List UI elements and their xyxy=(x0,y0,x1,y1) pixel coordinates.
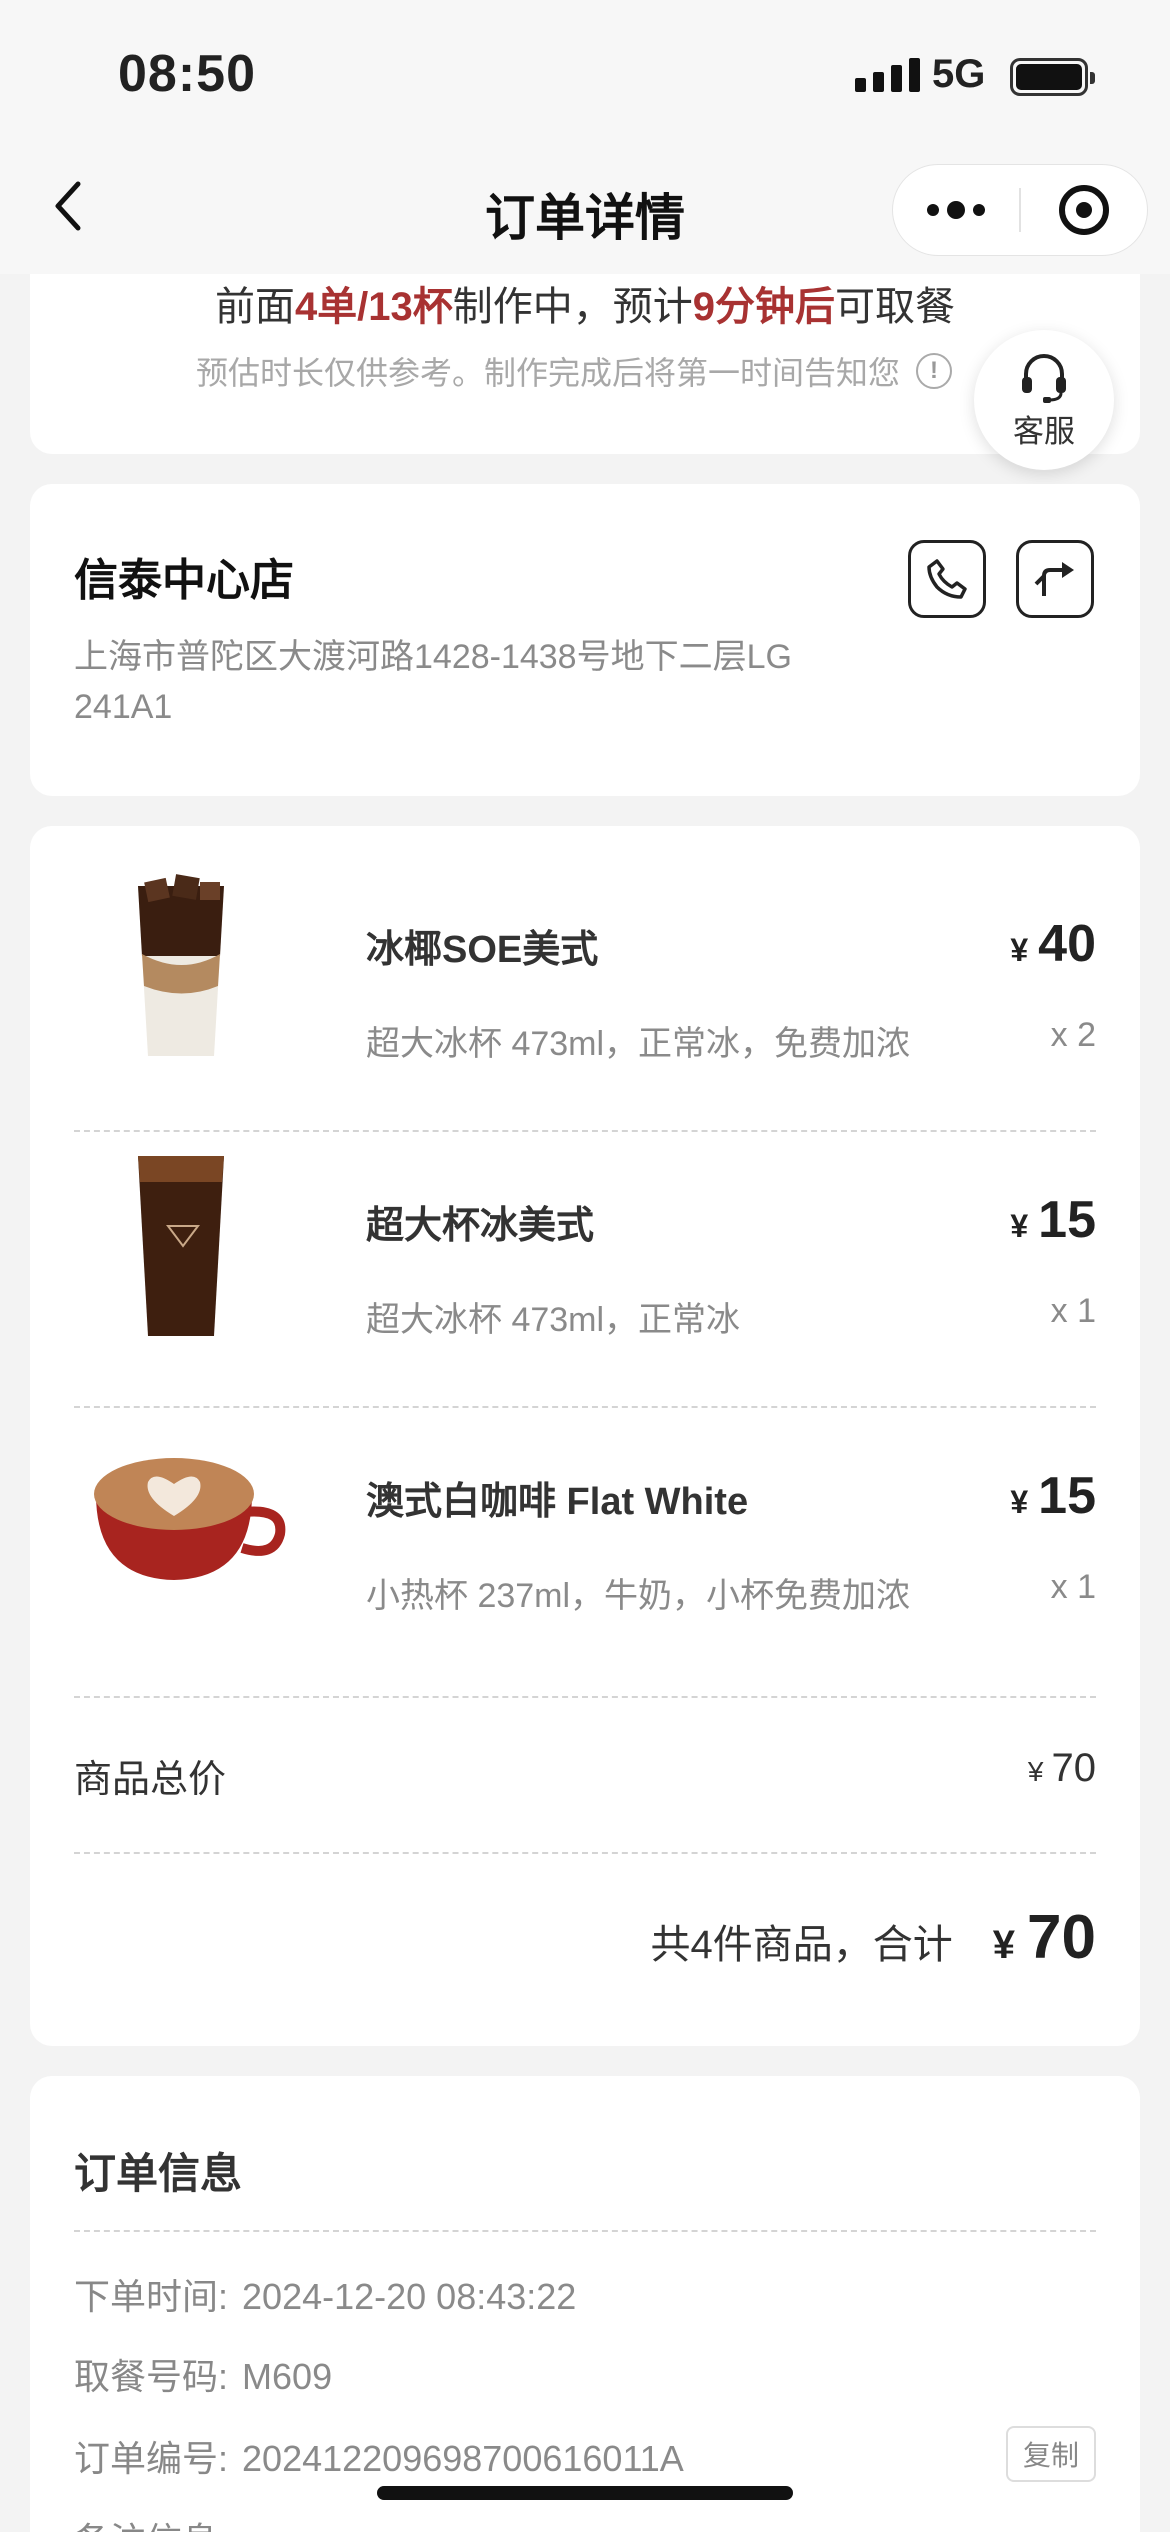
order-number-row: 订单编号: 202412209698700616011A xyxy=(74,2430,684,2482)
order-time-label: 下单时间: xyxy=(74,2276,229,2317)
pickup-code-label: 取餐号码: xyxy=(74,2356,229,2397)
more-button[interactable] xyxy=(893,164,1019,256)
remark-row: 备注信息: xyxy=(74,2512,228,2532)
pickup-code-row: 取餐号码: M609 xyxy=(74,2348,332,2400)
item-image-iced-coconut-americano xyxy=(74,866,292,1066)
subtotal-value: ¥70 xyxy=(1028,1746,1096,1791)
item-spec: 超大冰杯 473ml，正常冰，免费加浓 xyxy=(366,1025,911,1063)
network-type: 5G xyxy=(932,52,986,96)
divider xyxy=(74,2230,1096,2232)
queue-middle: 制作中，预计 xyxy=(452,285,693,329)
order-number-label: 订单编号: xyxy=(74,2438,229,2479)
battery-icon xyxy=(1010,58,1095,96)
direction-icon xyxy=(1034,562,1074,596)
subtotal-currency: ¥ xyxy=(1027,1756,1044,1787)
total-value: ¥70 xyxy=(993,1902,1096,1973)
item-currency: ¥ xyxy=(1010,1208,1029,1244)
item-image-iced-americano xyxy=(74,1142,292,1342)
call-store-button[interactable] xyxy=(908,540,986,618)
more-icon xyxy=(927,201,985,219)
item-quantity: x 2 xyxy=(1050,1016,1096,1054)
queue-card: 前面4单/13杯制作中，预计9分钟后可取餐 预估时长仅供参考。制作完成后将第一时… xyxy=(30,274,1140,454)
copy-order-number-button[interactable]: 复制 xyxy=(1006,2426,1096,2482)
info-icon[interactable]: ! xyxy=(916,353,953,389)
mini-program-capsule xyxy=(892,164,1148,256)
signal-icon xyxy=(855,58,920,92)
item-name: 澳式白咖啡 Flat White xyxy=(366,1481,749,1523)
item-quantity: x 1 xyxy=(1050,1568,1096,1606)
queue-note-text: 预估时长仅供参考。制作完成后将第一时间告知您 xyxy=(196,355,901,391)
item-price: ¥40 xyxy=(1010,914,1096,974)
subtotal-amount: 70 xyxy=(1051,1746,1097,1790)
order-items-card: 冰椰SOE美式 超大冰杯 473ml，正常冰，免费加浓 ¥40 x 2 超大杯冰… xyxy=(30,826,1140,2046)
headset-icon xyxy=(1022,353,1066,403)
queue-eta: 9分钟后 xyxy=(692,285,836,329)
customer-service-label: 客服 xyxy=(1013,413,1075,449)
total-text: 共4件商品，合计 xyxy=(650,1923,953,1967)
remark-label: 备注信息: xyxy=(74,2520,228,2532)
divider xyxy=(74,1852,1096,1854)
navigate-store-button[interactable] xyxy=(1016,540,1094,618)
list-item: 澳式白咖啡 Flat White 小热杯 237ml，牛奶，小杯免费加浓 ¥15… xyxy=(74,1378,1096,1653)
queue-count: 4单/13杯 xyxy=(294,285,453,329)
target-icon xyxy=(1058,185,1109,235)
order-total: 共4件商品，合计 ¥70 xyxy=(651,1902,1096,1973)
item-price-value: 40 xyxy=(1038,915,1096,973)
total-currency: ¥ xyxy=(992,1923,1016,1967)
phone-icon xyxy=(927,559,967,599)
queue-note: 预估时长仅供参考。制作完成后将第一时间告知您 ! xyxy=(196,348,953,394)
item-image-flat-white xyxy=(74,1418,292,1618)
pickup-code-value: M609 xyxy=(242,2356,333,2397)
queue-status: 前面4单/13杯制作中，预计9分钟后可取餐 xyxy=(30,274,1140,332)
list-item: 超大杯冰美式 超大冰杯 473ml，正常冰 ¥15 x 1 xyxy=(74,1102,1096,1377)
order-info-card: 订单信息 下单时间: 2024-12-20 08:43:22 取餐号码: M60… xyxy=(30,2076,1140,2532)
home-indicator xyxy=(377,2486,793,2500)
list-item: 冰椰SOE美式 超大冰杯 473ml，正常冰，免费加浓 ¥40 x 2 xyxy=(74,826,1096,1101)
store-address: 上海市普陀区大渡河路1428-1438号地下二层LG 241A1 xyxy=(74,638,792,726)
item-price: ¥15 xyxy=(1010,1466,1096,1526)
close-mini-program-button[interactable] xyxy=(1021,164,1147,256)
order-time-row: 下单时间: 2024-12-20 08:43:22 xyxy=(74,2268,576,2320)
divider xyxy=(74,1696,1096,1698)
queue-suffix: 可取餐 xyxy=(835,285,956,329)
item-name: 冰椰SOE美式 xyxy=(366,929,599,971)
store-card: 信泰中心店 上海市普陀区大渡河路1428-1438号地下二层LG 241A1 xyxy=(30,484,1140,796)
item-name: 超大杯冰美式 xyxy=(366,1205,595,1247)
subtotal-label: 商品总价 xyxy=(74,1759,227,1801)
item-price-value: 15 xyxy=(1038,1191,1096,1249)
item-price: ¥15 xyxy=(1010,1190,1096,1250)
nav-bar: 订单详情 xyxy=(0,150,1170,274)
status-time: 08:50 xyxy=(118,45,256,103)
queue-prefix: 前面 xyxy=(214,285,295,329)
item-price-value: 15 xyxy=(1038,1467,1096,1525)
item-quantity: x 1 xyxy=(1050,1292,1096,1330)
order-number-value: 202412209698700616011A xyxy=(242,2438,684,2479)
item-spec: 小热杯 237ml，牛奶，小杯免费加浓 xyxy=(366,1577,911,1615)
item-currency: ¥ xyxy=(1010,1484,1029,1520)
item-currency: ¥ xyxy=(1010,932,1029,968)
item-spec: 超大冰杯 473ml，正常冰 xyxy=(366,1301,741,1339)
customer-service-button[interactable]: 客服 xyxy=(974,330,1114,470)
order-time-value: 2024-12-20 08:43:22 xyxy=(242,2276,577,2317)
total-amount: 70 xyxy=(1027,1903,1096,1972)
status-bar: 08:50 5G xyxy=(0,0,1170,150)
store-name: 信泰中心店 xyxy=(74,556,294,605)
order-info-title: 订单信息 xyxy=(74,2150,243,2197)
